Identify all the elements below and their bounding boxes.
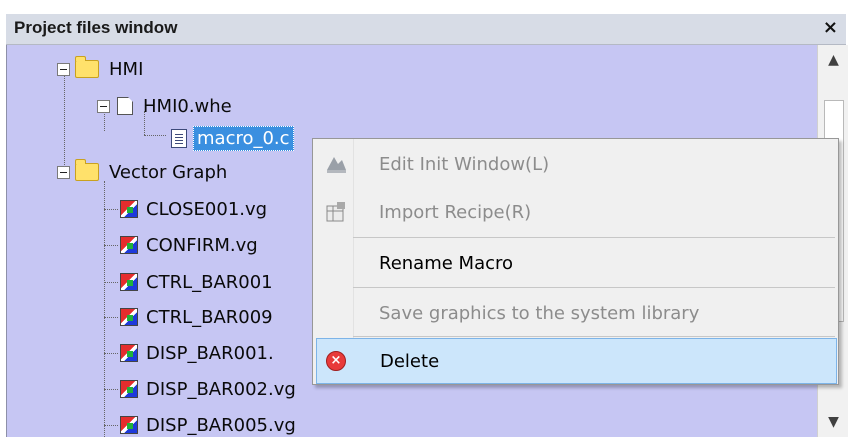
collapse-icon[interactable]: [57, 165, 70, 179]
tree-item-vg[interactable]: CTRL_BAR009: [118, 303, 273, 331]
tree-item-vector-graph[interactable]: Vector Graph: [57, 158, 227, 186]
tree-connector: [104, 282, 118, 283]
folder-icon: [75, 159, 99, 181]
menu-item-label: Rename Macro: [379, 252, 514, 274]
project-files-window: Project files window × HMI HMI0.whe macr…: [0, 0, 848, 437]
delete-icon-wrap: ×: [326, 351, 348, 371]
tree-item-label-selected: macro_0.c: [193, 125, 294, 151]
vector-graphic-icon: [120, 273, 138, 291]
tree-item-label: Vector Graph: [109, 161, 228, 183]
tree-item-macro[interactable]: macro_0.c: [169, 124, 294, 152]
vector-graphic-icon: [120, 344, 138, 362]
vector-graphic-icon: [120, 200, 138, 218]
vector-graphic-icon: [120, 380, 138, 398]
tree-item-label: DISP_BAR002.vg: [146, 378, 296, 400]
vector-graphic-icon: [120, 416, 138, 434]
tree-connector: [104, 317, 118, 318]
menu-item-delete[interactable]: × Delete: [316, 338, 837, 384]
tree-item-label: DISP_BAR001.: [146, 342, 274, 364]
import-recipe-icon: [326, 202, 345, 222]
tree-connector: [104, 209, 118, 210]
window-file-icon: [117, 97, 133, 115]
tree-item-label: CLOSE001.vg: [146, 198, 268, 220]
tree-connector: [144, 135, 166, 136]
tree-connector: [104, 245, 118, 246]
vector-graphic-icon: [120, 308, 138, 326]
menu-item-import-recipe[interactable]: Import Recipe(R): [313, 190, 838, 234]
tree-connector: [104, 389, 118, 390]
edit-window-icon: [327, 157, 346, 173]
context-menu: Edit Init Window(L) Import Recipe(R) Ren…: [312, 138, 839, 385]
close-icon[interactable]: ×: [823, 17, 838, 38]
tree-item-label: CTRL_BAR009: [146, 306, 273, 328]
menu-separator: [353, 287, 835, 288]
tree-item-vg[interactable]: CTRL_BAR001: [118, 268, 273, 296]
tree-item-label: CONFIRM.vg: [146, 234, 258, 256]
scroll-down-icon[interactable]: ▼: [818, 407, 848, 437]
tree-item-vg[interactable]: DISP_BAR005.vg: [118, 411, 296, 437]
tree-item-hmi[interactable]: HMI: [57, 55, 143, 83]
folder-icon: [75, 56, 99, 78]
tree-item-label: HMI: [109, 58, 144, 80]
tree-item-vg[interactable]: DISP_BAR002.vg: [118, 375, 296, 403]
tree-item-vg[interactable]: CLOSE001.vg: [118, 195, 267, 223]
vector-graphic-icon: [120, 236, 138, 254]
tree-item-vg[interactable]: CONFIRM.vg: [118, 231, 258, 259]
tree-item-label: DISP_BAR005.vg: [146, 414, 296, 436]
window-title: Project files window: [14, 18, 178, 37]
tree-connector: [104, 353, 118, 354]
tree-item-label: HMI0.whe: [143, 95, 232, 117]
macro-file-icon: [171, 128, 187, 148]
collapse-icon[interactable]: [97, 99, 110, 113]
tree-connector: [104, 181, 105, 437]
tree-item-hmi-file[interactable]: HMI0.whe: [97, 92, 232, 120]
window-titlebar: Project files window ×: [6, 14, 846, 45]
collapse-icon[interactable]: [57, 62, 70, 76]
menu-item-save-graphics[interactable]: Save graphics to the system library: [313, 291, 838, 335]
scroll-up-icon[interactable]: ▲: [818, 45, 848, 75]
tree-connector: [104, 425, 118, 426]
menu-separator: [353, 336, 835, 337]
menu-item-rename-macro[interactable]: Rename Macro: [313, 241, 838, 285]
tree-item-vg[interactable]: DISP_BAR001.: [118, 339, 274, 367]
menu-item-edit-init-window[interactable]: Edit Init Window(L): [313, 142, 838, 186]
delete-icon: ×: [326, 351, 346, 371]
menu-item-label: Edit Init Window(L): [379, 153, 550, 175]
menu-item-label: Save graphics to the system library: [379, 302, 700, 324]
tree-item-label: CTRL_BAR001: [146, 271, 273, 293]
menu-item-label: Delete: [380, 350, 440, 372]
menu-item-label: Import Recipe(R): [379, 201, 532, 223]
menu-separator: [353, 237, 835, 238]
